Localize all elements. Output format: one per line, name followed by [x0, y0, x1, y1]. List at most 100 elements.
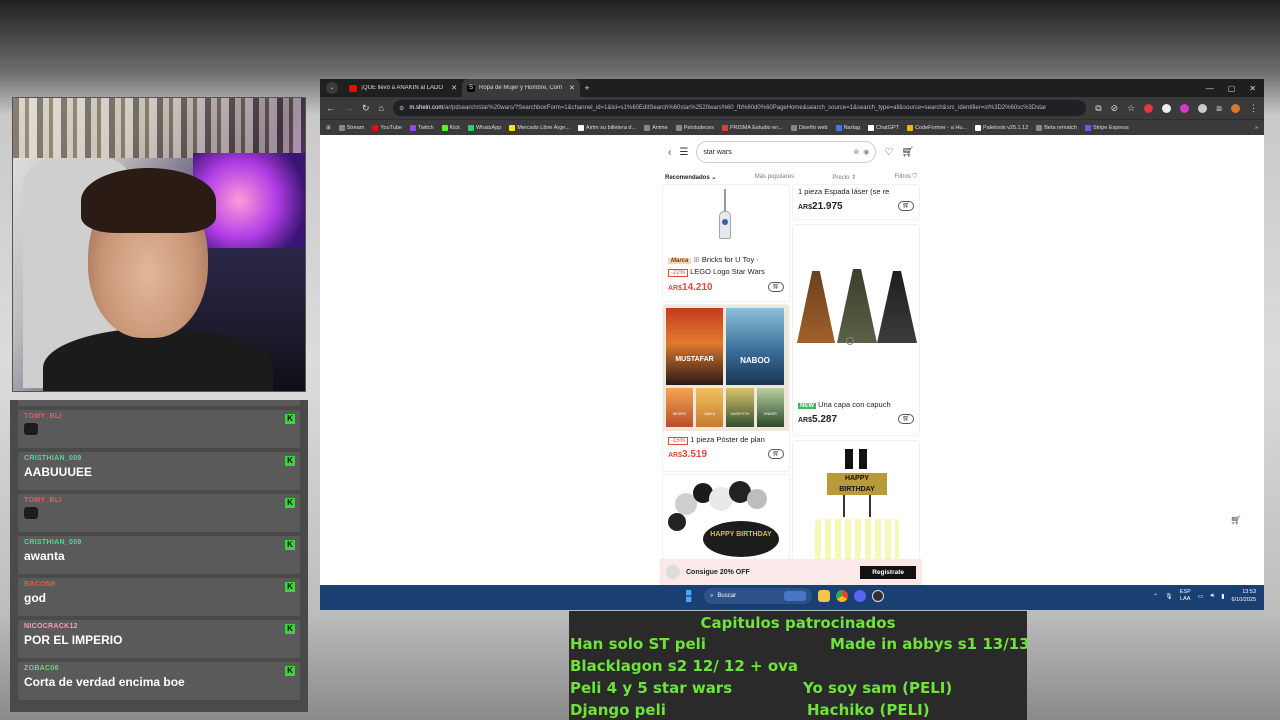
bookmark-item[interactable]: YouTube	[372, 124, 402, 131]
bookmark-label: Pelotudeces	[683, 124, 714, 131]
bookmark-item[interactable]: Airtm su billetera d...	[577, 124, 636, 131]
sort-popular[interactable]: Más populares	[755, 174, 794, 180]
chevron-up-icon[interactable]: ⌃	[1153, 593, 1158, 600]
extension-gray-icon[interactable]	[1198, 103, 1208, 113]
sort-price[interactable]: Precio ⇕	[832, 174, 856, 181]
add-to-cart-button[interactable]: 🛒︎	[898, 201, 914, 211]
tab-search-button[interactable]: ⌄	[326, 82, 338, 94]
bookmark-item[interactable]: Mercado Libre Arge...	[509, 124, 570, 131]
bookmark-item[interactable]: Beta rematch	[1036, 124, 1077, 131]
extension-pink-icon[interactable]	[1180, 103, 1190, 113]
extension-red-icon[interactable]	[1144, 103, 1154, 113]
install-icon[interactable]: ⧉	[1095, 103, 1101, 114]
language-indicator[interactable]: ESP LAA	[1180, 589, 1191, 603]
battery-icon[interactable]: ▮	[1221, 593, 1224, 600]
filters-button[interactable]: Filtros ⛉	[894, 174, 917, 181]
kick-badge-icon: K	[285, 666, 295, 676]
chat-username[interactable]: TOMY_BLI	[24, 413, 300, 420]
eye-off-icon[interactable]: ⊘	[1111, 103, 1119, 114]
back-icon[interactable]: ←	[326, 103, 335, 113]
menu-icon[interactable]: ☰	[679, 147, 688, 158]
bookmark-item[interactable]: Kick	[441, 124, 460, 131]
menu-dots-icon[interactable]: ⋮	[1249, 103, 1258, 114]
bookmark-item[interactable]: Stripe Express	[1084, 124, 1129, 131]
taskbar-search[interactable]: ⌕ Buscar	[704, 588, 812, 604]
reload-icon[interactable]: ↻	[362, 103, 370, 114]
product-card-cloak[interactable]: ⋮ NEW Una capa con capuch AR$5.287 🛒︎	[793, 225, 919, 435]
apps-grid-icon[interactable]: ⊞	[326, 125, 331, 131]
extensions-puzzle-icon[interactable]: ⧈	[1216, 103, 1222, 114]
chrome-icon[interactable]	[836, 590, 848, 602]
new-tab-button[interactable]: +	[580, 83, 594, 93]
profile-avatar[interactable]	[1231, 103, 1240, 113]
obs-icon[interactable]	[872, 590, 884, 602]
bookmark-item[interactable]: Diseño web	[790, 124, 828, 131]
product-card-posters[interactable]: MUSTAFAR NABOO BESPIN JAKKU KASHYYYK END…	[663, 305, 789, 471]
file-explorer-icon[interactable]	[818, 590, 830, 602]
register-button[interactable]: Regístrate	[860, 565, 916, 579]
clock[interactable]: 13:53 6/10/2025	[1232, 588, 1256, 604]
product-card-balloons[interactable]: HAPPY BIRTHDAY	[663, 475, 789, 561]
system-tray: ⌃ 🎙︎ ESP LAA ▭ 🔊︎ ▮ 13:53 6/10/2025	[1153, 588, 1256, 604]
product-card-lightsaber[interactable]: 1 pieza Espada láser (se re AR$21.975 🛒︎	[793, 185, 919, 219]
chat-emote	[24, 507, 38, 519]
chat-username[interactable]: CRISTHIAN_009	[24, 455, 300, 462]
bookmark-item[interactable]: Nartag	[835, 124, 860, 131]
chat-username[interactable]: BACON8	[24, 581, 300, 588]
more-icon[interactable]: ⋮	[846, 337, 854, 345]
close-window-icon[interactable]: ✕	[1249, 84, 1256, 93]
volume-icon[interactable]: 🔊︎	[1210, 593, 1214, 600]
close-icon[interactable]: ✕	[569, 84, 575, 92]
cart-icon[interactable]: 🛒︎	[901, 147, 914, 158]
product-price: AR$3.519	[668, 449, 708, 460]
network-icon[interactable]: ▭	[1198, 593, 1204, 600]
address-bar[interactable]: ⚙ m.shein.com /ar/pdsearch/star%20wars/?…	[392, 100, 1087, 116]
chat-username[interactable]: TOMY_BLI	[24, 497, 300, 504]
star-icon[interactable]: ☆	[1127, 103, 1135, 114]
home-icon[interactable]: ⌂	[379, 103, 384, 113]
bookmark-item[interactable]: PRISMA Estudio en...	[721, 124, 783, 131]
add-to-cart-button[interactable]: 🛒︎	[768, 282, 784, 292]
add-to-cart-button[interactable]: 🛒︎	[898, 414, 914, 424]
tab-youtube[interactable]: ¡QUÉ llevó a ANAKIN al LADO ✕	[344, 79, 462, 97]
tab-shein[interactable]: S Ropa de Mujer y Hombre, Com ✕	[462, 79, 580, 97]
product-card-cake-topper[interactable]: HAPPY BIRTHDAY	[793, 441, 919, 561]
close-icon[interactable]: ✕	[451, 84, 457, 92]
clear-icon[interactable]: ⊗	[853, 148, 859, 156]
product-name: Una capa con capuch	[818, 400, 891, 409]
bookmark-item[interactable]: CodeFormer - a Hu...	[907, 124, 967, 131]
extension-white-icon[interactable]	[1162, 103, 1172, 113]
search-input[interactable]: star wars ⊗ ◉	[696, 141, 877, 163]
bookmark-item[interactable]: Anime	[644, 124, 668, 131]
discord-icon[interactable]	[854, 590, 866, 602]
bookmark-favicon-icon	[644, 124, 651, 131]
more-bookmarks-icon[interactable]: »	[1255, 125, 1258, 131]
bookmark-item[interactable]: ChatGPT	[868, 124, 899, 131]
bookmark-item[interactable]: Twitch	[409, 124, 434, 131]
bookmark-item[interactable]: Paletools v25.1.12	[975, 124, 1028, 131]
forward-icon[interactable]: →	[344, 103, 353, 113]
maximize-icon[interactable]: ▢	[1228, 84, 1236, 93]
bookmark-favicon-icon	[441, 124, 448, 131]
product-card-lego[interactable]: Marca ⊞ Bricks for U Toy › -22% LEGO Log…	[663, 185, 789, 301]
bookmark-item[interactable]: Pelotudeces	[675, 124, 714, 131]
camera-icon[interactable]: ◉	[863, 148, 869, 156]
bookmark-item[interactable]: WhatsApp	[467, 124, 501, 131]
window-controls: — ▢ ✕	[1206, 84, 1264, 93]
minimize-icon[interactable]: —	[1206, 84, 1214, 93]
back-arrow-icon[interactable]: ‹	[668, 147, 671, 158]
chat-username[interactable]: ZOBAC06	[24, 665, 300, 672]
bookmark-item[interactable]: Stream	[338, 124, 364, 131]
brand-badge: Marca	[668, 258, 692, 264]
microphone-icon[interactable]: 🎙︎	[1165, 593, 1173, 600]
add-to-cart-button[interactable]: 🛒︎	[768, 449, 784, 459]
chat-username[interactable]: NICOCRACK12	[24, 623, 300, 630]
site-info-icon[interactable]: ⚙	[399, 105, 404, 112]
floating-cart-icon[interactable]: 🛒︎	[1228, 515, 1244, 531]
store-name[interactable]: Bricks for U Toy	[702, 255, 754, 264]
windows-start-icon[interactable]	[686, 590, 692, 602]
chat-username[interactable]: CRISTHIAN_009	[24, 539, 300, 546]
overlay-title: Capitulos patrocinados	[700, 614, 896, 632]
wishlist-heart-icon[interactable]: ♡	[884, 147, 893, 158]
sort-recommended[interactable]: Recomendados ⌄	[665, 174, 716, 181]
